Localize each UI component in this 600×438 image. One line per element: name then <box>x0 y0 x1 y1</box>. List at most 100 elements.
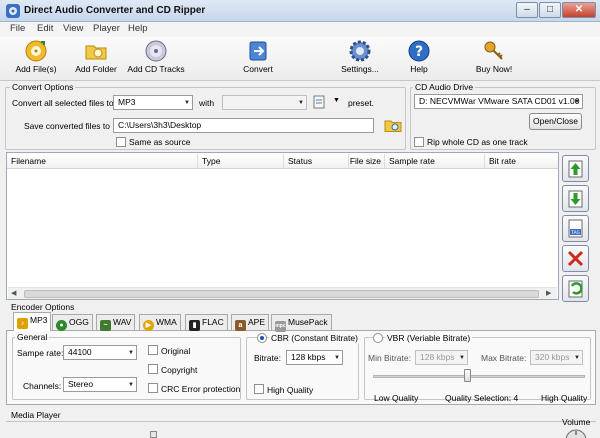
column-type[interactable]: Type <box>198 154 284 168</box>
bitrate-select[interactable]: 128 kbps <box>286 350 343 365</box>
convert-label: Convert <box>243 64 273 74</box>
save-to-label: Save converted files to <box>24 121 110 131</box>
close-button[interactable]: ✕ <box>562 2 596 18</box>
app-window: Direct Audio Converter and CD Ripper – □… <box>0 0 600 438</box>
add-cd-tracks-button[interactable]: Add CD Tracks <box>126 39 186 79</box>
crc-checkbox[interactable] <box>148 383 158 393</box>
column-status[interactable]: Status <box>284 154 349 168</box>
window-title: Direct Audio Converter and CD Ripper <box>24 5 206 16</box>
bitrate-label: Bitrate: <box>254 353 281 363</box>
media-player-title: Media Player <box>11 410 61 420</box>
title-bar: Direct Audio Converter and CD Ripper – □… <box>0 0 600 22</box>
same-as-source-label: Same as source <box>129 137 191 147</box>
add-cd-tracks-label: Add CD Tracks <box>127 64 185 74</box>
arrow-up-icon <box>568 160 583 178</box>
convert-button[interactable]: Convert <box>238 39 278 79</box>
convert-to-label: Convert all selected files to <box>12 98 114 108</box>
add-files-button[interactable]: Add File(s) <box>10 39 62 79</box>
wav-tab-icon: ~ <box>100 320 111 331</box>
ape-tab-icon: a <box>235 320 246 331</box>
tab-wma[interactable]: ▶ WMA <box>139 314 181 331</box>
preset-dropdown-icon[interactable]: ▼ <box>333 97 340 104</box>
browse-folder-icon[interactable] <box>384 116 402 134</box>
column-bit-rate[interactable]: Bit rate <box>485 154 557 168</box>
arrow-down-icon <box>568 190 583 208</box>
convert-options-title: Convert Options <box>10 82 76 92</box>
scroll-thumb[interactable] <box>24 290 539 298</box>
quality-slider-track[interactable] <box>373 375 585 378</box>
remove-button[interactable] <box>562 245 589 272</box>
column-file-size[interactable]: File size <box>349 154 385 168</box>
gear-icon <box>349 40 371 62</box>
tab-flac[interactable]: ▮ FLAC <box>185 314 228 331</box>
output-folder-field[interactable]: C:\Users\3h3\Desktop <box>113 118 374 133</box>
column-filename[interactable]: Filename <box>7 154 198 168</box>
menu-file[interactable]: File <box>10 23 25 34</box>
move-up-button[interactable] <box>562 155 589 182</box>
tag-editor-button[interactable]: TAG <box>562 215 589 242</box>
buy-now-button[interactable]: Buy Now! <box>472 39 516 79</box>
high-quality-checkbox[interactable] <box>254 384 264 394</box>
tag-icon: TAG <box>568 219 583 238</box>
tab-musepack[interactable]: mpc MusePack <box>271 314 332 332</box>
help-icon: ? <box>408 40 430 62</box>
menu-edit[interactable]: Edit <box>37 23 53 34</box>
quality-slider-thumb[interactable] <box>464 369 471 382</box>
flac-tab-icon: ▮ <box>189 320 200 331</box>
tab-wma-label: WMA <box>156 317 177 327</box>
musepack-tab-icon: mpc <box>275 321 286 332</box>
tab-wav[interactable]: ~ WAV <box>96 314 136 331</box>
wma-tab-icon: ▶ <box>143 320 154 331</box>
channels-label: Channels: <box>23 381 62 391</box>
original-checkbox[interactable] <box>148 345 158 355</box>
rip-whole-cd-checkbox[interactable] <box>414 137 424 147</box>
clear-list-button[interactable] <box>562 275 589 302</box>
menu-help[interactable]: Help <box>128 23 148 34</box>
scroll-left-icon[interactable]: ◀ <box>11 289 16 297</box>
preset-select[interactable] <box>222 95 307 110</box>
sample-rate-label: Sampe rate: <box>17 348 64 358</box>
file-list[interactable]: Filename Type Status File size Sample ra… <box>6 152 559 300</box>
format-select[interactable]: MP3 <box>113 95 193 110</box>
quality-selection-label: Quality Selection: 4 <box>445 393 519 403</box>
volume-knob-icon[interactable] <box>564 428 588 438</box>
maximize-button[interactable]: □ <box>539 2 561 18</box>
menu-view[interactable]: View <box>63 23 83 34</box>
same-as-source-checkbox[interactable] <box>116 137 126 147</box>
column-sample-rate[interactable]: Sample rate <box>385 154 485 168</box>
copyright-checkbox[interactable] <box>148 364 158 374</box>
help-button[interactable]: ? Help <box>404 39 434 79</box>
tab-ape[interactable]: a APE <box>231 314 270 331</box>
rip-whole-cd-label: Rip whole CD as one track <box>427 137 528 147</box>
settings-button[interactable]: Settings... <box>337 39 383 79</box>
sample-rate-select[interactable]: 44100 <box>63 345 137 360</box>
add-folder-button[interactable]: Add Folder <box>71 39 121 79</box>
convert-icon <box>249 41 267 61</box>
horizontal-scrollbar[interactable]: ◀ ▶ <box>8 287 557 299</box>
add-files-label: Add File(s) <box>15 64 57 74</box>
high-quality-label: High Quality <box>541 393 588 403</box>
minimize-button[interactable]: – <box>516 2 538 18</box>
cbr-radio[interactable] <box>257 333 267 343</box>
move-down-button[interactable] <box>562 185 589 212</box>
scroll-right-icon[interactable]: ▶ <box>546 289 551 297</box>
svg-text:TAG: TAG <box>570 230 580 236</box>
ogg-tab-icon: ● <box>56 320 67 331</box>
svg-text:?: ? <box>415 44 423 60</box>
tab-ogg[interactable]: ● OGG <box>52 314 93 331</box>
max-bitrate-select[interactable]: 320 kbps <box>530 350 583 365</box>
channels-select[interactable]: Stereo <box>63 377 137 392</box>
tab-mp3[interactable]: ♪ MP3 <box>13 312 52 331</box>
preset-file-icon[interactable] <box>313 95 325 109</box>
tab-musepack-label: MusePack <box>288 317 328 327</box>
min-bitrate-select[interactable]: 128 kbps <box>415 350 468 365</box>
cd-drive-select[interactable]: D: NECVMWar VMware SATA CD01 v1.00 <box>414 94 583 109</box>
seek-slider-thumb[interactable] <box>150 431 157 438</box>
toolbar: Add File(s) Add Folder Add CD Tracks Con… <box>0 37 600 81</box>
vbr-radio[interactable] <box>373 333 383 343</box>
menu-player[interactable]: Player <box>93 23 120 34</box>
media-player-panel <box>6 421 596 438</box>
min-bitrate-label: Min Bitrate: <box>368 353 411 363</box>
menu-bar: File Edit View Player Help <box>0 22 600 37</box>
open-close-button[interactable]: Open/Close <box>529 113 582 130</box>
